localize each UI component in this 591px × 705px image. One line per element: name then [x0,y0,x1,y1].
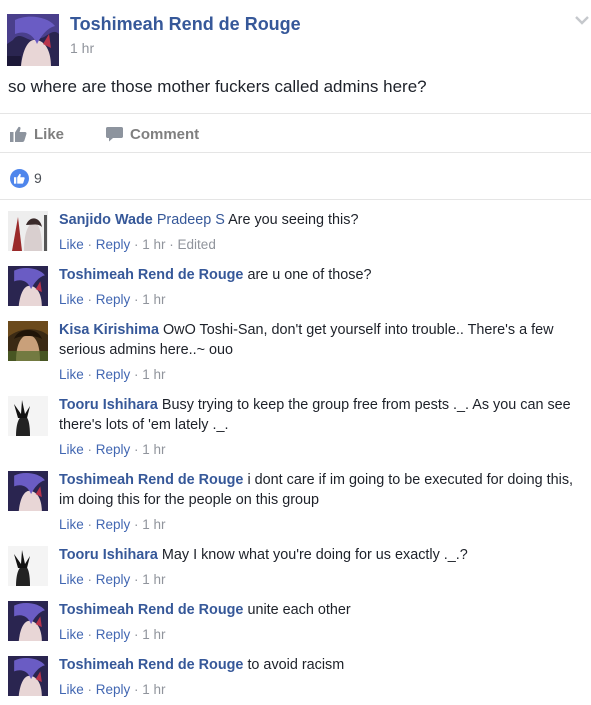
comment-body: Tooru Ishihara Busy trying to keep the g… [59,395,589,435]
comment-like-link[interactable]: Like [59,442,84,457]
commenter-avatar[interactable] [8,266,48,306]
comment-body: Toshimeah Rend de Rouge are u one of tho… [59,265,589,285]
comment-like-link[interactable]: Like [59,292,84,307]
comment-actions: Like · Reply · 1 hr [59,517,166,532]
comment-time[interactable]: 1 hr [142,292,165,307]
comment-body: Sanjido Wade Pradeep S Are you seeing th… [59,210,589,230]
comment-button[interactable]: Comment [106,124,199,144]
comment-actions: Like · Reply · 1 hr [59,682,166,697]
comment-text: are u one of those? [247,267,372,283]
comment-text: May I know what you're doing for us exac… [161,547,468,563]
comment-author[interactable]: Tooru Ishihara [59,397,158,413]
post-text: so where are those mother fuckers called… [8,77,427,96]
post-header: Toshimeah Rend de Rouge 1 hr [0,0,591,70]
divider [0,113,591,114]
comment-text: Are you seeing this? [228,212,359,228]
comment-time[interactable]: 1 hr [142,627,165,642]
comment-reply-link[interactable]: Reply [96,627,131,642]
commenter-avatar[interactable] [8,211,48,251]
commenter-avatar[interactable] [8,396,48,436]
comment-body: Kisa Kirishima OwO Toshi-San, don't get … [59,320,589,360]
like-button[interactable]: Like [10,124,64,144]
comment-body: Toshimeah Rend de Rouge to avoid racism [59,655,589,675]
comment-icon [106,127,123,142]
comment-reply-link[interactable]: Reply [96,517,131,532]
comment-reply-link[interactable]: Reply [96,367,131,382]
reaction-count: 9 [34,170,42,186]
comment-body: Toshimeah Rend de Rouge unite each other [59,600,589,620]
comment-text: to avoid racism [247,657,345,673]
comment-text: unite each other [247,602,351,618]
comment-actions: Like · Reply · 1 hr [59,442,166,457]
post-author-name[interactable]: Toshimeah Rend de Rouge [70,14,301,35]
thumbs-up-icon [10,126,27,142]
comment-like-link[interactable]: Like [59,572,84,587]
comment-time[interactable]: 1 hr [142,442,165,457]
comment-button-label: Comment [130,125,200,143]
comment-like-link[interactable]: Like [59,237,84,252]
tagged-user[interactable]: Pradeep S [157,212,225,228]
comment-body: Toshimeah Rend de Rouge i dont care if i… [59,470,589,510]
comment-time[interactable]: 1 hr [142,572,165,587]
divider [0,199,591,200]
comment-time[interactable]: 1 hr [142,682,165,697]
comment-reply-link[interactable]: Reply [96,237,131,252]
chevron-down-icon[interactable] [574,13,590,27]
comment-like-link[interactable]: Like [59,627,84,642]
comment-author[interactable]: Tooru Ishihara [59,547,158,563]
comment-body: Tooru Ishihara May I know what you're do… [59,545,589,565]
like-reaction-icon [10,168,29,188]
divider [0,152,591,153]
post-author-avatar[interactable] [7,14,59,66]
commenter-avatar[interactable] [8,546,48,586]
comment-edited-label[interactable]: Edited [178,237,216,252]
comment-actions: Like · Reply · 1 hr [59,627,166,642]
comment-author[interactable]: Toshimeah Rend de Rouge [59,472,243,488]
comment-reply-link[interactable]: Reply [96,572,131,587]
comment-author[interactable]: Toshimeah Rend de Rouge [59,602,243,618]
comment-author[interactable]: Toshimeah Rend de Rouge [59,267,243,283]
comment-reply-link[interactable]: Reply [96,292,131,307]
comment-like-link[interactable]: Like [59,517,84,532]
commenter-avatar[interactable] [8,601,48,641]
commenter-avatar[interactable] [8,471,48,511]
comment-actions: Like · Reply · 1 hr [59,367,166,382]
comment-reply-link[interactable]: Reply [96,442,131,457]
comment-actions: Like · Reply · 1 hr [59,292,166,307]
comment-time[interactable]: 1 hr [142,237,165,252]
comment-like-link[interactable]: Like [59,682,84,697]
comment-author[interactable]: Toshimeah Rend de Rouge [59,657,243,673]
comment-actions: Like · Reply · 1 hr [59,572,166,587]
comment-like-link[interactable]: Like [59,367,84,382]
post-timestamp[interactable]: 1 hr [70,40,94,56]
comment-actions: Like · Reply · 1 hr · Edited [59,237,216,252]
like-button-label: Like [34,125,65,143]
comment-author[interactable]: Kisa Kirishima [59,322,159,338]
comment-reply-link[interactable]: Reply [96,682,131,697]
comment-time[interactable]: 1 hr [142,517,165,532]
commenter-avatar[interactable] [8,321,48,361]
reaction-summary[interactable]: 9 [10,168,42,188]
comment-author[interactable]: Sanjido Wade [59,212,153,228]
comment-time[interactable]: 1 hr [142,367,165,382]
commenter-avatar[interactable] [8,656,48,696]
